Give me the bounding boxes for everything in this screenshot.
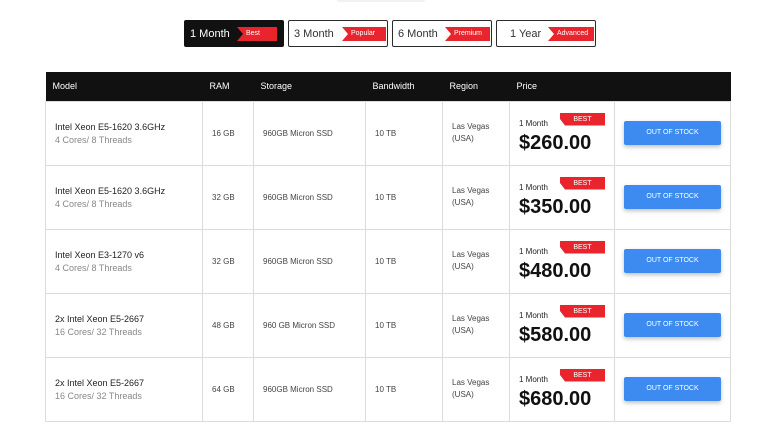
out-of-stock-button[interactable]: OUT OF STOCK bbox=[624, 249, 721, 273]
bandwidth-cell: 10 TB bbox=[365, 356, 443, 422]
model-name: Intel Xeon E3-1270 v6 bbox=[55, 249, 145, 260]
model-name: 2x Intel Xeon E5-2667 bbox=[55, 313, 145, 324]
bandwidth-cell: 10 TB bbox=[365, 164, 443, 230]
region-cell: Las Vegas (USA) bbox=[442, 100, 510, 166]
best-badge: BEST bbox=[560, 176, 605, 190]
model-cores: 4 Cores/ 8 Threads bbox=[55, 134, 132, 145]
tab-label: 3 Month bbox=[294, 27, 334, 40]
price-value: $480.00 bbox=[519, 259, 592, 282]
ram-cell: 48 GB bbox=[202, 292, 254, 358]
best-badge: BEST bbox=[560, 240, 605, 254]
storage-cell: 960 GB Micron SSD bbox=[253, 292, 366, 358]
out-of-stock-button[interactable]: OUT OF STOCK bbox=[624, 121, 721, 145]
tab-3-month[interactable]: 3 Month Popular bbox=[288, 20, 388, 47]
storage-cell: 960GB Micron SSD bbox=[253, 228, 366, 294]
out-of-stock-button[interactable]: OUT OF STOCK bbox=[624, 313, 721, 337]
price-period: 1 Month bbox=[519, 118, 548, 128]
column-header-bandwidth: Bandwidth bbox=[365, 72, 443, 101]
model-cores: 4 Cores/ 8 Threads bbox=[55, 262, 132, 273]
action-cell: OUT OF STOCK bbox=[614, 164, 731, 230]
billing-period-tabs: 1 Month Best 3 Month Popular 6 Month Pre… bbox=[184, 20, 596, 47]
price-period: 1 Month bbox=[519, 182, 548, 192]
column-header-action bbox=[614, 72, 731, 101]
table-row: Intel Xeon E5-1620 3.6GHz 4 Cores/ 8 Thr… bbox=[45, 164, 731, 230]
best-badge: BEST bbox=[560, 112, 605, 126]
model-cell: Intel Xeon E5-1620 3.6GHz 4 Cores/ 8 Thr… bbox=[45, 100, 203, 166]
bandwidth-cell: 10 TB bbox=[365, 228, 443, 294]
table-header-row: Model RAM Storage Bandwidth Region Price bbox=[45, 72, 731, 101]
best-badge: BEST bbox=[560, 304, 605, 318]
tab-1-month[interactable]: 1 Month Best bbox=[184, 20, 284, 47]
ram-cell: 32 GB bbox=[202, 228, 254, 294]
region-cell: Las Vegas (USA) bbox=[442, 164, 510, 230]
tab-badge: Popular bbox=[342, 27, 386, 41]
model-cores: 16 Cores/ 32 Threads bbox=[55, 390, 142, 401]
model-name: Intel Xeon E5-1620 3.6GHz bbox=[55, 121, 166, 132]
tab-6-month[interactable]: 6 Month Premium bbox=[392, 20, 492, 47]
out-of-stock-button[interactable]: OUT OF STOCK bbox=[624, 185, 721, 209]
action-cell: OUT OF STOCK bbox=[614, 356, 731, 422]
tab-badge: Best bbox=[237, 27, 277, 41]
price-cell: 1 Month BEST $480.00 bbox=[509, 228, 615, 294]
price-value: $350.00 bbox=[519, 195, 592, 218]
action-cell: OUT OF STOCK bbox=[614, 228, 731, 294]
model-name: Intel Xeon E5-1620 3.6GHz bbox=[55, 185, 166, 196]
storage-cell: 960GB Micron SSD bbox=[253, 164, 366, 230]
top-decoration bbox=[336, 0, 426, 2]
table-row: 2x Intel Xeon E5-2667 16 Cores/ 32 Threa… bbox=[45, 292, 731, 358]
tab-badge: Premium bbox=[445, 27, 490, 41]
tab-1-year[interactable]: 1 Year Advanced bbox=[496, 20, 596, 47]
model-cell: 2x Intel Xeon E5-2667 16 Cores/ 32 Threa… bbox=[45, 356, 203, 422]
column-header-ram: RAM bbox=[202, 72, 254, 101]
storage-cell: 960GB Micron SSD bbox=[253, 356, 366, 422]
tab-label: 1 Month bbox=[190, 27, 230, 40]
region-cell: Las Vegas (USA) bbox=[442, 356, 510, 422]
column-header-storage: Storage bbox=[253, 72, 366, 101]
price-value: $580.00 bbox=[519, 323, 592, 346]
bandwidth-cell: 10 TB bbox=[365, 292, 443, 358]
price-cell: 1 Month BEST $580.00 bbox=[509, 292, 615, 358]
best-badge: BEST bbox=[560, 368, 605, 382]
model-cores: 4 Cores/ 8 Threads bbox=[55, 198, 132, 209]
storage-cell: 960GB Micron SSD bbox=[253, 100, 366, 166]
ram-cell: 64 GB bbox=[202, 356, 254, 422]
column-header-region: Region bbox=[442, 72, 510, 101]
price-value: $260.00 bbox=[519, 131, 592, 154]
table-row: Intel Xeon E3-1270 v6 4 Cores/ 8 Threads… bbox=[45, 228, 731, 294]
model-cores: 16 Cores/ 32 Threads bbox=[55, 326, 142, 337]
action-cell: OUT OF STOCK bbox=[614, 100, 731, 166]
out-of-stock-button[interactable]: OUT OF STOCK bbox=[624, 377, 721, 401]
price-cell: 1 Month BEST $680.00 bbox=[509, 356, 615, 422]
price-cell: 1 Month BEST $260.00 bbox=[509, 100, 615, 166]
model-cell: Intel Xeon E3-1270 v6 4 Cores/ 8 Threads bbox=[45, 228, 203, 294]
region-cell: Las Vegas (USA) bbox=[442, 292, 510, 358]
price-period: 1 Month bbox=[519, 246, 548, 256]
ram-cell: 16 GB bbox=[202, 100, 254, 166]
tab-label: 6 Month bbox=[398, 27, 438, 40]
table-row: Intel Xeon E5-1620 3.6GHz 4 Cores/ 8 Thr… bbox=[45, 100, 731, 166]
table-body: Intel Xeon E5-1620 3.6GHz 4 Cores/ 8 Thr… bbox=[45, 100, 731, 422]
ram-cell: 32 GB bbox=[202, 164, 254, 230]
price-period: 1 Month bbox=[519, 310, 548, 320]
column-header-price: Price bbox=[509, 72, 615, 101]
tab-badge: Advanced bbox=[548, 27, 594, 41]
column-header-model: Model bbox=[45, 72, 203, 101]
bandwidth-cell: 10 TB bbox=[365, 100, 443, 166]
price-period: 1 Month bbox=[519, 374, 548, 384]
server-pricing-table: Model RAM Storage Bandwidth Region Price… bbox=[45, 72, 731, 422]
table-row: 2x Intel Xeon E5-2667 16 Cores/ 32 Threa… bbox=[45, 356, 731, 422]
model-name: 2x Intel Xeon E5-2667 bbox=[55, 377, 145, 388]
tab-label: 1 Year bbox=[510, 27, 542, 40]
price-cell: 1 Month BEST $350.00 bbox=[509, 164, 615, 230]
model-cell: Intel Xeon E5-1620 3.6GHz 4 Cores/ 8 Thr… bbox=[45, 164, 203, 230]
model-cell: 2x Intel Xeon E5-2667 16 Cores/ 32 Threa… bbox=[45, 292, 203, 358]
price-value: $680.00 bbox=[519, 387, 592, 410]
action-cell: OUT OF STOCK bbox=[614, 292, 731, 358]
region-cell: Las Vegas (USA) bbox=[442, 228, 510, 294]
